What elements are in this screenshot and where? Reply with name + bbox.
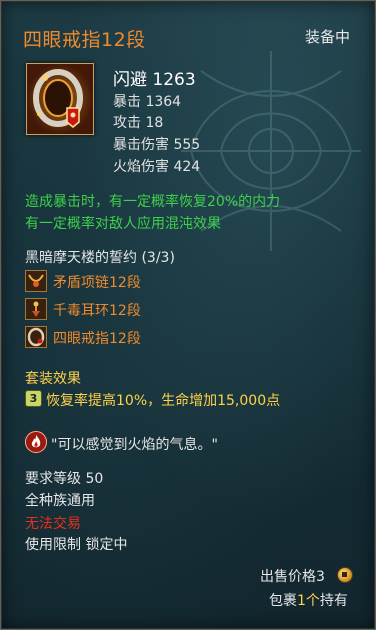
set-bonus-title: 套装效果 — [25, 371, 81, 387]
ring-icon — [26, 63, 94, 135]
race-restriction: 全种族通用 — [25, 493, 95, 509]
earring-icon — [25, 298, 47, 320]
required-level: 要求等级 50 — [25, 471, 104, 487]
set-piece-earring: 千毒耳环12段 — [53, 303, 141, 319]
set-bonus-text: 恢复率提高10%，生命增加15,000点 — [46, 393, 281, 409]
ring-icon — [25, 326, 47, 348]
bag-count-value: 1个 — [297, 593, 320, 609]
usage-limit: 使用限制 锁定中 — [25, 537, 128, 553]
stat-crit: 暴击 1364 — [113, 94, 182, 110]
sell-price: 出售价格3 — [260, 569, 325, 585]
item-tooltip: 四眼戒指12段 装备中 闪避 1263 暴击 1364 攻击 18 暴击伤害 5… — [0, 0, 376, 630]
stat-crit-damage: 暴击伤害 555 — [113, 137, 201, 153]
equipped-status: 装备中 — [305, 28, 351, 46]
fire-icon — [25, 431, 47, 453]
flavor-text: "可以感觉到火焰的气息。" — [51, 437, 218, 453]
effect-line-1: 造成暴击时，有一定概率恢复20%的内力 — [25, 194, 281, 210]
necklace-icon — [25, 270, 47, 292]
background-ornament — [181, 51, 361, 251]
coin-icon — [337, 567, 353, 583]
stat-fire-damage: 火焰伤害 424 — [113, 159, 201, 175]
item-name: 四眼戒指12段 — [23, 29, 146, 51]
bag-suffix: 持有 — [319, 593, 348, 609]
bag-prefix: 包裹 — [269, 593, 297, 609]
set-piece-necklace: 矛盾项链12段 — [53, 275, 141, 291]
set-name: 黑暗摩天楼的誓约 (3/3) — [25, 250, 175, 266]
trade-restriction: 无法交易 — [25, 516, 81, 532]
set-piece-ring: 四眼戒指12段 — [53, 331, 141, 347]
dodge-stat: 闪避 1263 — [113, 70, 196, 90]
bag-count: 包裹1个持有 — [269, 590, 348, 610]
effect-line-2: 有一定概率对敌人应用混沌效果 — [25, 216, 221, 232]
set-count-badge: 3 — [25, 390, 42, 407]
stat-attack: 攻击 18 — [113, 115, 164, 131]
